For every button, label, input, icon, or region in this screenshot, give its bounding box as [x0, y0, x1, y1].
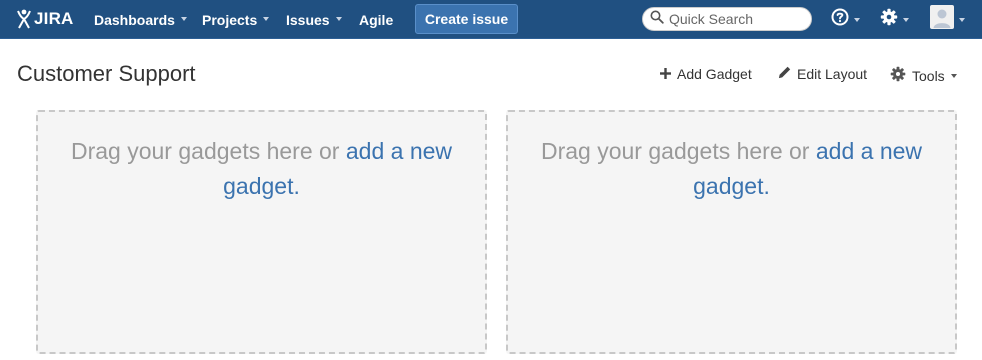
atlassian-logo-icon [16, 9, 32, 29]
edit-layout-button[interactable]: Edit Layout [778, 66, 867, 82]
nav-agile-label: Agile [359, 11, 394, 28]
drop-zone-message: Drag your gadgets here or add a new gadg… [524, 134, 939, 204]
gadget-drop-zone[interactable]: Drag your gadgets here or add a new gadg… [506, 110, 957, 354]
nav-dashboards-label: Dashboards [94, 11, 175, 28]
quick-search[interactable] [642, 7, 812, 31]
settings-menu[interactable] [880, 0, 909, 39]
add-gadget-button[interactable]: Add Gadget [660, 66, 752, 82]
gear-icon [880, 8, 898, 31]
avatar-icon [930, 5, 954, 34]
plus-icon [660, 66, 677, 82]
chevron-down-icon [335, 16, 342, 21]
nav-agile[interactable]: Agile [359, 0, 393, 39]
nav-issues[interactable]: Issues [286, 0, 342, 39]
nav-projects[interactable]: Projects [202, 0, 270, 39]
chevron-down-icon [854, 17, 860, 22]
search-input[interactable] [669, 11, 809, 27]
chevron-down-icon [180, 16, 187, 21]
tools-dropdown[interactable]: Tools [890, 66, 957, 85]
help-menu[interactable] [831, 0, 860, 39]
pencil-icon [778, 66, 797, 82]
edit-layout-label: Edit Layout [797, 66, 868, 82]
nav-projects-label: Projects [202, 11, 258, 28]
page-title: Customer Support [17, 61, 196, 86]
gear-icon [890, 66, 912, 85]
tools-label: Tools [912, 67, 945, 84]
chevron-down-icon [263, 16, 270, 21]
chevron-down-icon [959, 17, 965, 22]
create-issue-button[interactable]: Create issue [415, 4, 518, 34]
top-navigation-bar: JIRA Dashboards Projects Issues Agile Cr… [0, 0, 982, 39]
drop-zone-text: Drag your gadgets here or [540, 138, 816, 164]
chevron-down-icon [950, 73, 957, 78]
search-icon [643, 10, 664, 29]
jira-logo[interactable]: JIRA [16, 7, 74, 31]
chevron-down-icon [903, 17, 909, 22]
drop-zone-text: Drag your gadgets here or [70, 138, 346, 164]
logo-text: JIRA [34, 9, 74, 28]
add-gadget-label: Add Gadget [677, 66, 752, 82]
help-icon [831, 8, 849, 31]
user-profile-menu[interactable] [930, 0, 965, 39]
nav-dashboards[interactable]: Dashboards [94, 0, 187, 39]
drop-zone-message: Drag your gadgets here or add a new gadg… [54, 134, 469, 204]
gadget-drop-zone[interactable]: Drag your gadgets here or add a new gadg… [36, 110, 487, 354]
nav-issues-label: Issues [286, 11, 330, 28]
